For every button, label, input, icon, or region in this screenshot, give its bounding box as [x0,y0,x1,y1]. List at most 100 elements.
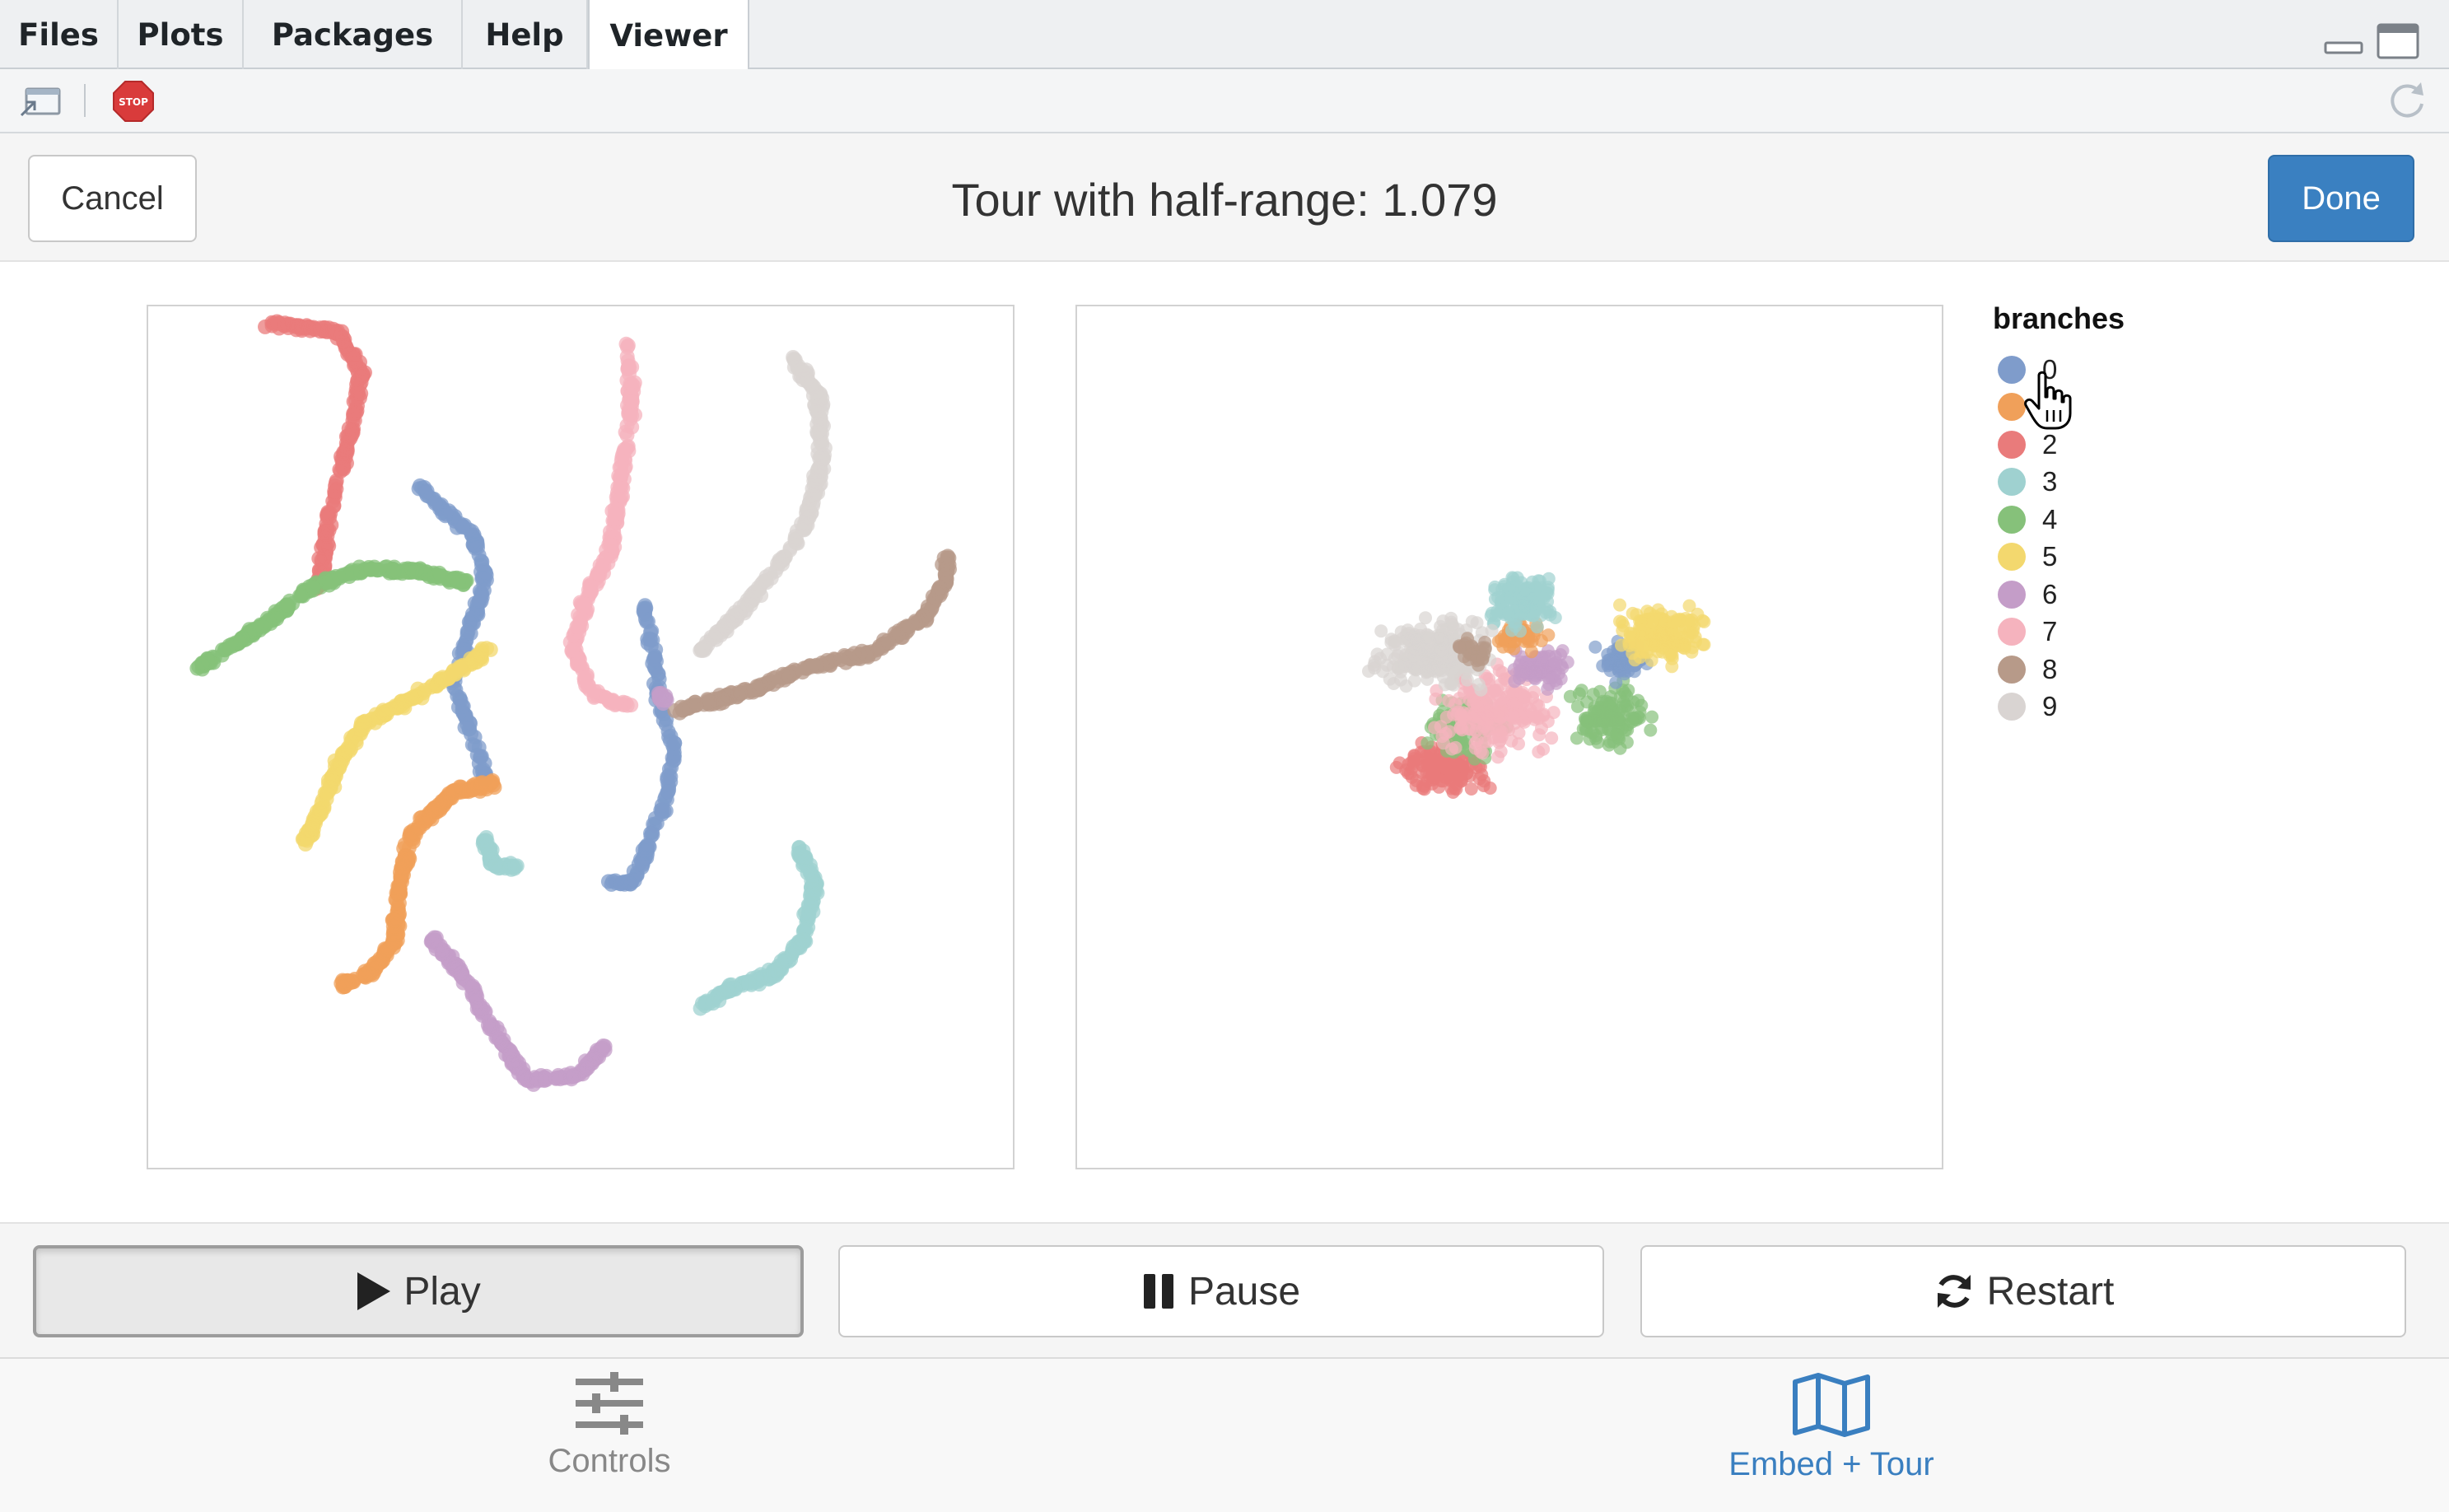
tab-packages[interactable]: Packages [244,0,463,69]
scatter-point [705,996,721,1011]
scatter-point [454,965,469,981]
scatter-point [1519,712,1533,726]
scatter-point [1648,639,1662,653]
scatter-point [389,885,404,901]
legend-swatch [1998,468,2026,497]
scatter-point [1688,630,1702,644]
scatter-point [613,876,629,892]
scatter-point [795,665,810,680]
legend: branches 0 1 2 3 4 5 6 7 8 9 [1993,301,2240,726]
scatter-point [795,931,810,947]
scatter-point [1616,623,1630,637]
scatter-point [1419,611,1432,625]
scatter-point [427,496,443,511]
tab-label: Help [485,16,564,53]
scatter-point [1542,678,1556,692]
scatter-point [819,652,835,668]
scatter-point [618,424,633,440]
scatter-point [296,320,310,336]
legend-item-8[interactable]: 8 [1993,651,2240,688]
branch-2-points [258,314,372,596]
scatter-point [1399,648,1413,662]
legend-item-6[interactable]: 6 [1993,576,2240,614]
pause-button[interactable]: Pause [838,1245,1604,1337]
maximize-pane-icon[interactable] [2375,21,2421,61]
scatter-point [1658,616,1672,630]
tour-plot[interactable] [1075,305,1943,1169]
scatter-point [1595,696,1609,710]
restart-button[interactable]: Restart [1640,1245,2406,1337]
legend-item-4[interactable]: 4 [1993,501,2240,539]
scatter-point [661,761,677,777]
scatter-point [1446,786,1460,799]
scatter-point [385,562,401,576]
scatter-point [1425,645,1438,659]
scatter-point [1460,673,1474,687]
scatter-point [421,810,436,826]
scatter-point [1411,655,1425,669]
scatter-point [1445,742,1458,756]
scatter-point [1532,745,1546,758]
svg-text:STOP: STOP [119,96,148,108]
scatter-point [1464,782,1478,796]
scatter-point [745,684,761,700]
scatter-point [931,581,947,596]
legend-item-5[interactable]: 5 [1993,539,2240,576]
scatter-point [393,870,408,886]
refresh-icon[interactable] [2385,79,2429,124]
scatter-point [1407,749,1421,763]
scatter-point [730,687,746,702]
scatter-point [1625,715,1639,729]
legend-label: 4 [2042,503,2058,534]
cancel-button[interactable]: Cancel [28,155,197,242]
tab-viewer[interactable]: Viewer [588,0,749,71]
scatter-point [1613,741,1627,755]
scatter-point [799,372,814,388]
tab-files[interactable]: Files [0,0,119,69]
scatter-point [667,735,683,751]
tab-help[interactable]: Help [463,0,588,69]
scatter-point [627,873,642,889]
page-title: Tour with half-range: 1.079 [951,174,1498,226]
viewer-toolbar: STOP [0,69,2449,133]
scatter-point [1495,730,1509,744]
scatter-point [507,1059,523,1074]
scatter-point [847,646,862,661]
scatter-point [727,604,743,620]
show-in-new-window-icon[interactable] [18,82,64,120]
scatter-point [340,428,356,444]
tab-plots[interactable]: Plots [119,0,244,69]
scatter-point [376,707,392,722]
legend-item-9[interactable]: 9 [1993,688,2240,726]
scatter-point [637,598,653,614]
scatter-point [599,690,614,706]
legend-swatch [1998,693,2026,721]
scatter-point [298,837,313,852]
legend-item-7[interactable]: 7 [1993,614,2240,651]
pause-label: Pause [1187,1269,1301,1314]
legend-label: 8 [2042,653,2058,684]
scatter-point [1447,707,1461,721]
scatter-point [1601,653,1615,667]
pane-tab-strip: Files Plots Packages Help Viewer [0,0,2449,71]
refresh-icon [1937,1275,1971,1308]
scatter-point [566,1068,581,1084]
stop-icon[interactable]: STOP [112,80,155,123]
scatter-point [231,635,246,651]
nav-controls[interactable]: Controls [404,1372,815,1504]
tab-label: Viewer [609,17,728,54]
minimize-pane-icon[interactable] [2322,35,2365,58]
embedding-plot[interactable] [147,305,1015,1169]
scatter-point [215,642,230,658]
nav-embed-tour[interactable]: Embed + Tour [1626,1372,2037,1504]
bottom-navigation: Controls Embed + Tour [0,1357,2449,1512]
scatter-point [708,632,724,647]
scatter-point [1665,660,1679,674]
scatter-point [1523,665,1537,679]
scatter-point [656,693,672,708]
play-button[interactable]: Play [33,1245,804,1337]
branch-6-points [423,930,613,1092]
scatter-point [814,404,829,419]
legend-item-3[interactable]: 3 [1993,464,2240,502]
done-button[interactable]: Done [2268,155,2414,242]
